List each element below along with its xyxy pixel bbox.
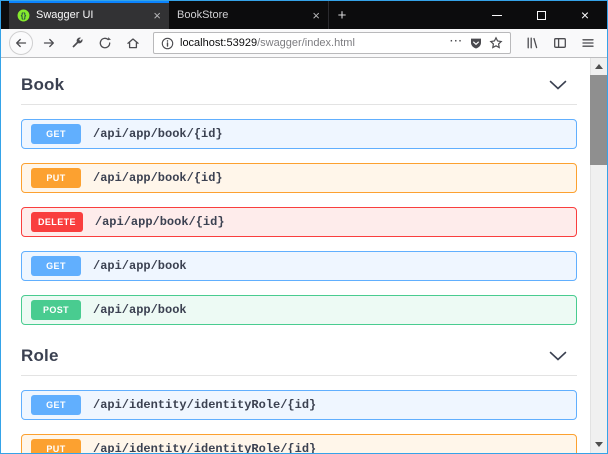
library-icon bbox=[525, 36, 539, 50]
method-badge: DELETE bbox=[31, 212, 83, 232]
tab-title: Swagger UI bbox=[36, 9, 147, 21]
hamburger-menu-icon bbox=[581, 36, 595, 50]
tab-close-icon[interactable]: × bbox=[312, 9, 320, 22]
endpoint-row[interactable]: DELETE /api/app/book/{id} bbox=[21, 207, 577, 237]
method-badge: PUT bbox=[31, 439, 81, 453]
tab-bookstore[interactable]: BookStore × bbox=[169, 1, 329, 29]
back-icon bbox=[9, 31, 33, 55]
vertical-scrollbar[interactable] bbox=[590, 58, 607, 453]
bookmark-star-icon[interactable] bbox=[489, 36, 503, 50]
method-badge: GET bbox=[31, 124, 81, 144]
browser-window: {} Swagger UI × BookStore × + × bbox=[0, 0, 608, 454]
page-content: Book GET /api/app/book/{id} PUT /api/app… bbox=[1, 58, 607, 453]
method-badge: GET bbox=[31, 256, 81, 276]
tab-swagger-ui[interactable]: {} Swagger UI × bbox=[9, 1, 169, 29]
window-controls: × bbox=[475, 1, 607, 29]
endpoint-row[interactable]: POST /api/app/book bbox=[21, 295, 577, 325]
method-badge: POST bbox=[31, 300, 81, 320]
scroll-up-button[interactable] bbox=[590, 58, 607, 75]
reload-icon bbox=[98, 36, 112, 50]
endpoint-path: /api/app/book bbox=[93, 303, 187, 317]
endpoint-row[interactable]: GET /api/app/book/{id} bbox=[21, 119, 577, 149]
endpoint-path: /api/identity/identityRole/{id} bbox=[93, 442, 316, 453]
endpoint-path: /api/app/book bbox=[93, 259, 187, 273]
sidebar-icon bbox=[553, 36, 567, 50]
reload-button[interactable] bbox=[92, 31, 117, 55]
swagger-favicon-icon: {} bbox=[17, 9, 30, 22]
maximize-icon bbox=[537, 11, 546, 20]
endpoint-row[interactable]: GET /api/app/book bbox=[21, 251, 577, 281]
home-icon bbox=[126, 36, 140, 50]
scroll-up-icon bbox=[595, 64, 603, 69]
titlebar: {} Swagger UI × BookStore × + × bbox=[1, 1, 607, 29]
maximize-button[interactable] bbox=[519, 1, 563, 29]
endpoint-path: /api/identity/identityRole/{id} bbox=[93, 398, 316, 412]
wrench-icon bbox=[70, 36, 84, 50]
chevron-down-icon bbox=[549, 80, 567, 90]
method-badge: GET bbox=[31, 395, 81, 415]
back-button[interactable] bbox=[8, 31, 33, 55]
pocket-icon[interactable] bbox=[469, 36, 483, 50]
endpoint-path: /api/app/book/{id} bbox=[93, 171, 223, 185]
sidebar-toggle-button[interactable] bbox=[547, 31, 572, 55]
library-button[interactable] bbox=[519, 31, 544, 55]
endpoint-row[interactable]: PUT /api/identity/identityRole/{id} bbox=[21, 434, 577, 453]
new-tab-button[interactable]: + bbox=[329, 1, 355, 29]
section-header-book[interactable]: Book bbox=[21, 70, 577, 100]
section-book: Book GET /api/app/book/{id} PUT /api/app… bbox=[21, 70, 577, 325]
url-path: /swagger/index.html bbox=[257, 37, 355, 49]
endpoint-path: /api/app/book/{id} bbox=[95, 215, 225, 229]
page-actions-button[interactable]: ··· bbox=[450, 37, 463, 50]
forward-icon bbox=[42, 36, 56, 50]
close-icon: × bbox=[581, 8, 589, 22]
minimize-button[interactable] bbox=[475, 1, 519, 29]
section-divider bbox=[21, 104, 577, 105]
minimize-icon bbox=[492, 15, 502, 16]
developer-tools-button[interactable] bbox=[64, 31, 89, 55]
site-info-icon[interactable] bbox=[161, 37, 174, 50]
close-button[interactable]: × bbox=[563, 1, 607, 29]
section-header-role[interactable]: Role bbox=[21, 341, 577, 371]
address-bar[interactable]: localhost:53929/swagger/index.html ··· bbox=[153, 32, 511, 54]
forward-button[interactable] bbox=[36, 31, 61, 55]
scroll-down-icon bbox=[595, 442, 603, 447]
section-role: Role GET /api/identity/identityRole/{id}… bbox=[21, 341, 577, 453]
scroll-down-button[interactable] bbox=[590, 436, 607, 453]
url-host: localhost:53929 bbox=[180, 37, 257, 49]
tab-close-icon[interactable]: × bbox=[153, 9, 161, 22]
endpoint-list: GET /api/app/book/{id} PUT /api/app/book… bbox=[21, 119, 577, 325]
svg-text:{}: {} bbox=[21, 12, 27, 19]
endpoint-list: GET /api/identity/identityRole/{id} PUT … bbox=[21, 390, 577, 453]
url-text: localhost:53929/swagger/index.html bbox=[180, 37, 444, 49]
section-title: Role bbox=[21, 346, 59, 366]
endpoint-row[interactable]: PUT /api/app/book/{id} bbox=[21, 163, 577, 193]
section-divider bbox=[21, 375, 577, 376]
swagger-page: Book GET /api/app/book/{id} PUT /api/app… bbox=[1, 58, 590, 453]
endpoint-path: /api/app/book/{id} bbox=[93, 127, 223, 141]
endpoint-row[interactable]: GET /api/identity/identityRole/{id} bbox=[21, 390, 577, 420]
chevron-down-icon bbox=[549, 351, 567, 361]
home-button[interactable] bbox=[120, 31, 145, 55]
menu-button[interactable] bbox=[575, 31, 600, 55]
tab-title: BookStore bbox=[177, 9, 306, 21]
method-badge: PUT bbox=[31, 168, 81, 188]
navigation-toolbar: localhost:53929/swagger/index.html ··· bbox=[1, 29, 607, 58]
section-title: Book bbox=[21, 75, 64, 95]
scrollbar-thumb[interactable] bbox=[590, 75, 607, 165]
